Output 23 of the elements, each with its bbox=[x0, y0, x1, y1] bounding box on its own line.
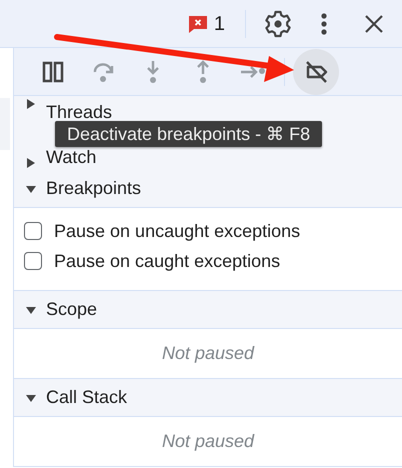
checkbox[interactable] bbox=[24, 222, 42, 240]
error-count-button[interactable]: 1 bbox=[188, 8, 225, 38]
more-options-button[interactable] bbox=[320, 12, 328, 36]
caret-down-icon bbox=[26, 184, 36, 194]
caret-right-icon bbox=[26, 99, 36, 109]
checkbox-label[interactable]: Pause on caught exceptions bbox=[54, 248, 280, 274]
section-header[interactable]: Scope bbox=[14, 291, 402, 329]
close-button[interactable] bbox=[364, 14, 384, 34]
checkbox-label[interactable]: Pause on uncaught exceptions bbox=[54, 218, 300, 244]
error-icon bbox=[188, 14, 208, 34]
tooltip: Deactivate breakpoints - ⌘ F8 bbox=[55, 121, 322, 147]
pause-icon bbox=[41, 60, 65, 84]
status-message: Not paused bbox=[160, 430, 256, 453]
section-header[interactable]: Call Stack bbox=[14, 379, 402, 417]
section-header[interactable]: Breakpoints bbox=[14, 170, 402, 208]
deactivate-breakpoints-button[interactable] bbox=[293, 48, 339, 94]
caret-right-icon bbox=[26, 158, 36, 168]
caret-down-icon bbox=[26, 304, 36, 314]
breakpoint-off-icon bbox=[304, 60, 328, 84]
status-message: Not paused bbox=[160, 342, 256, 365]
checkbox[interactable] bbox=[24, 252, 42, 270]
settings-button[interactable] bbox=[264, 10, 292, 38]
caret-down-icon bbox=[26, 392, 36, 402]
